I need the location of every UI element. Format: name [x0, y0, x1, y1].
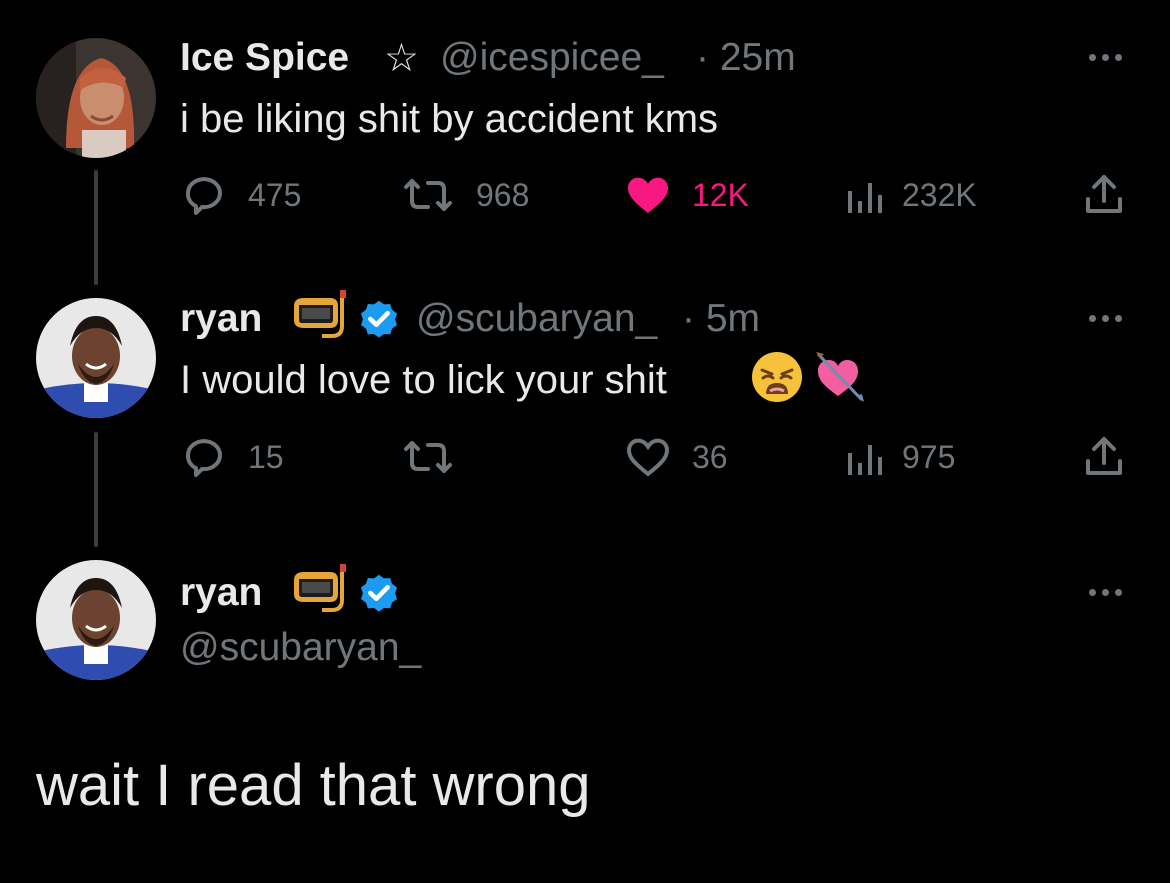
more-options-button[interactable] [1089, 315, 1122, 322]
reply-count: 475 [248, 176, 302, 213]
analytics-icon [846, 433, 882, 481]
like-button[interactable]: 36 [624, 432, 728, 482]
heart-with-arrow-emoji [814, 350, 866, 409]
focused-tweet-text: wait I read that wrong [36, 753, 591, 818]
thread-line [94, 432, 98, 547]
more-options-button[interactable] [1089, 589, 1122, 596]
share-button[interactable] [1080, 170, 1128, 220]
avatar-icespice[interactable] [36, 38, 156, 158]
retweet-icon [400, 171, 456, 219]
verified-badge-icon [356, 570, 402, 621]
weary-face-emoji [750, 350, 804, 409]
author-handle[interactable]: @scubaryan_ [180, 626, 421, 670]
timestamp[interactable]: · 25m [696, 36, 796, 80]
avatar-ryan[interactable] [36, 560, 156, 680]
more-options-button[interactable] [1089, 54, 1122, 61]
heart-outline-icon [624, 433, 672, 481]
snorkel-mask-emoji [290, 290, 348, 345]
tweet-text: i be liking shit by accident kms [180, 97, 719, 141]
reply-button[interactable]: 15 [180, 432, 284, 482]
share-button[interactable] [1080, 432, 1128, 482]
reply-icon [180, 171, 228, 219]
retweet-button[interactable] [400, 432, 476, 482]
thread-line [94, 170, 98, 285]
view-count: 232K [902, 176, 977, 213]
reply-icon [180, 433, 228, 481]
verified-badge-icon [356, 296, 402, 347]
views-button[interactable]: 975 [846, 432, 955, 482]
share-icon [1080, 433, 1128, 481]
like-button[interactable]: 12K [624, 170, 749, 220]
avatar-ryan[interactable] [36, 298, 156, 418]
like-count: 36 [692, 438, 728, 475]
snorkel-mask-emoji [290, 564, 348, 619]
views-button[interactable]: 232K [846, 170, 977, 220]
reply-button[interactable]: 475 [180, 170, 301, 220]
share-icon [1080, 171, 1128, 219]
author-handle[interactable]: @scubaryan_ [416, 297, 657, 341]
author-name[interactable]: ryan [180, 571, 262, 615]
timestamp[interactable]: · 5m [682, 297, 760, 341]
retweet-count: 968 [476, 176, 530, 213]
view-count: 975 [902, 438, 956, 475]
author-handle[interactable]: @icespicee_ [440, 36, 664, 80]
retweet-button[interactable]: 968 [400, 170, 529, 220]
tweet-text: I would love to lick your shit [180, 358, 667, 402]
like-count: 12K [692, 176, 749, 213]
author-name[interactable]: Ice Spice [180, 36, 349, 80]
analytics-icon [846, 171, 882, 219]
author-name[interactable]: ryan [180, 297, 262, 341]
retweet-icon [400, 433, 456, 481]
heart-filled-icon [624, 171, 672, 219]
star-icon: ☆ [384, 37, 419, 80]
reply-count: 15 [248, 438, 284, 475]
